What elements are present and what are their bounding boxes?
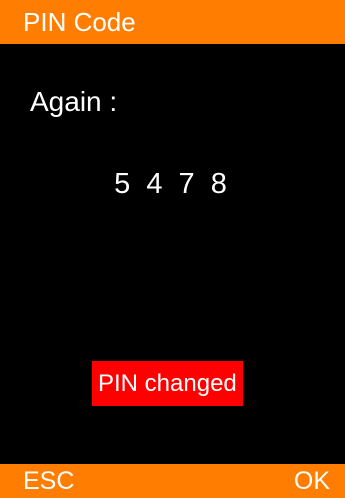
page-title: PIN Code <box>23 7 136 37</box>
ok-softkey-button[interactable]: OK <box>294 464 330 498</box>
softkey-bar: ESC OK <box>0 464 345 498</box>
pin-code-value: 5 4 7 8 <box>114 168 231 200</box>
pin-changed-status-badge: PIN changed <box>92 361 243 406</box>
title-bar: PIN Code <box>0 0 345 44</box>
again-prompt-label: Again : <box>30 86 118 117</box>
device-screen: PIN Code Again : 5 4 7 8 PIN changed ESC… <box>0 0 345 498</box>
esc-softkey-button[interactable]: ESC <box>23 464 74 498</box>
